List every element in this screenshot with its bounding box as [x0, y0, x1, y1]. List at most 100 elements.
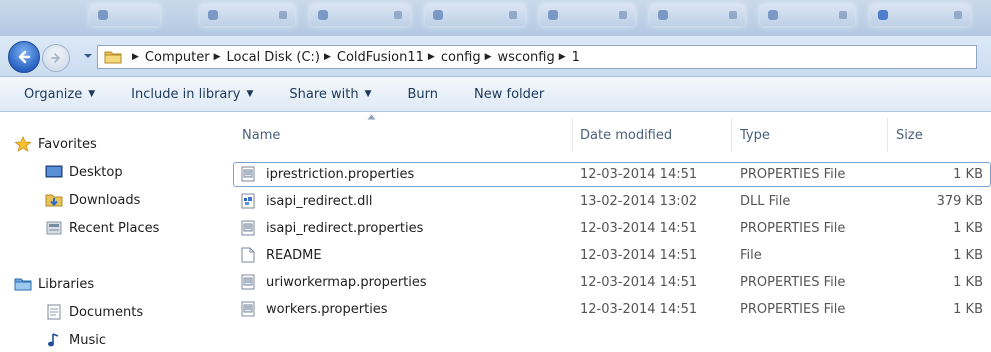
breadcrumb-item-1[interactable]: 1 [572, 50, 580, 65]
back-button[interactable] [8, 41, 40, 73]
libraries-icon [14, 278, 32, 291]
file-date: 12-03-2014 14:51 [580, 248, 698, 263]
properties-file-icon [241, 166, 255, 182]
forward-button[interactable] [42, 44, 70, 72]
file-row[interactable]: isapi_redirect.properties 12-03-2014 14:… [233, 216, 991, 241]
nav-item-desktop-label: Desktop [69, 164, 123, 180]
nav-favorites-label: Favorites [38, 136, 97, 152]
breadcrumb-item-coldfusion11[interactable]: ColdFusion11 [337, 50, 424, 65]
file-type: DLL File [740, 194, 791, 209]
nav-item-music[interactable]: Music [45, 332, 106, 348]
nav-item-downloads[interactable]: Downloads [45, 192, 140, 208]
properties-file-icon [241, 274, 255, 290]
column-header-date-modified[interactable]: Date modified [580, 118, 730, 152]
file-row[interactable]: workers.properties 12-03-2014 14:51 PROP… [233, 297, 991, 322]
file-size: 1 KB [953, 275, 983, 290]
file-type: File [740, 248, 762, 263]
file-date: 13-02-2014 13:02 [580, 194, 698, 209]
file-size: 1 KB [953, 302, 983, 317]
breadcrumb-item-wsconfig[interactable]: wsconfig [498, 50, 555, 65]
breadcrumb-separator-icon[interactable]: ▶ [132, 52, 139, 62]
file-name: README [266, 248, 322, 263]
nav-item-desktop[interactable]: Desktop [45, 164, 123, 180]
documents-icon [47, 304, 61, 320]
back-arrow-icon [18, 50, 31, 64]
nav-libraries-label: Libraries [38, 276, 95, 292]
file-type: PROPERTIES File [740, 167, 846, 182]
file-row[interactable]: README 12-03-2014 14:51 File 1 KB [233, 243, 991, 268]
include-in-library-button[interactable]: Include in library ▼ [121, 77, 279, 111]
include-in-library-label: Include in library [131, 86, 241, 102]
nav-item-recent-places-label: Recent Places [69, 220, 160, 236]
nav-item-music-label: Music [69, 332, 106, 348]
file-date: 12-03-2014 14:51 [580, 221, 698, 236]
navigation-bar: ▶ Computer ▶ Local Disk (C:) ▶ ColdFusio… [0, 36, 991, 77]
blurred-tab [200, 4, 295, 26]
nav-item-documents[interactable]: Documents [45, 304, 143, 320]
file-row[interactable]: iprestriction.properties 12-03-2014 14:5… [233, 162, 991, 187]
file-date: 12-03-2014 14:51 [580, 302, 698, 317]
command-bar: Organize ▼ Include in library ▼ Share with… [0, 77, 991, 112]
recent-pages-dropdown-icon[interactable] [83, 52, 93, 60]
chevron-down-icon: ▼ [88, 89, 96, 99]
breadcrumb-separator-icon[interactable]: ▶ [324, 52, 331, 62]
nav-favorites[interactable]: Favorites [14, 136, 97, 152]
downloads-folder-icon [45, 194, 63, 207]
burn-label: Burn [407, 86, 439, 102]
share-with-button[interactable]: Share with ▼ [279, 77, 397, 111]
nav-item-downloads-label: Downloads [69, 192, 141, 208]
file-name: iprestriction.properties [266, 167, 415, 182]
navigation-pane: Favorites Desktop Downloads Recent Place… [0, 112, 222, 352]
column-divider[interactable] [731, 118, 732, 152]
file-row[interactable]: isapi_redirect.dll 13-02-2014 13:02 DLL … [233, 189, 991, 214]
column-header-name-label: Name [242, 127, 281, 143]
dll-file-icon [241, 193, 255, 209]
new-folder-button[interactable]: New folder [464, 77, 554, 111]
nav-libraries[interactable]: Libraries [14, 276, 94, 292]
blurred-tab [870, 4, 970, 26]
desktop-icon [45, 165, 63, 178]
new-folder-label: New folder [474, 86, 545, 102]
file-date: 12-03-2014 14:51 [580, 275, 698, 290]
recent-places-icon [46, 221, 62, 235]
music-icon [48, 333, 59, 347]
file-name: uriworkermap.properties [266, 275, 427, 290]
file-row[interactable]: uriworkermap.properties 12-03-2014 14:51… [233, 270, 991, 295]
breadcrumb-item-local-disk[interactable]: Local Disk (C:) [226, 50, 319, 65]
column-header-size-label: Size [896, 127, 923, 143]
file-type: PROPERTIES File [740, 221, 846, 236]
file-size: 1 KB [953, 221, 983, 236]
forward-arrow-icon [51, 53, 61, 63]
breadcrumb-separator-icon[interactable]: ▶ [559, 52, 566, 62]
blurred-tab [540, 4, 635, 26]
nav-item-recent-places[interactable]: Recent Places [45, 220, 159, 236]
column-divider[interactable] [887, 118, 888, 152]
blank-file-icon [241, 247, 255, 263]
folder-icon [104, 51, 122, 64]
file-name: isapi_redirect.properties [266, 221, 424, 236]
burn-button[interactable]: Burn [398, 77, 465, 111]
nav-item-documents-label: Documents [69, 304, 144, 320]
column-divider[interactable] [572, 118, 573, 152]
breadcrumb-separator-icon[interactable]: ▶ [214, 52, 221, 62]
address-bar[interactable]: ▶ Computer ▶ Local Disk (C:) ▶ ColdFusio… [97, 45, 977, 69]
breadcrumb-separator-icon[interactable]: ▶ [428, 52, 435, 62]
breadcrumb-item-config[interactable]: config [441, 50, 481, 65]
breadcrumb-item-computer[interactable]: Computer [145, 50, 210, 65]
blurred-tab [760, 4, 855, 26]
file-size: 1 KB [953, 167, 983, 182]
column-header-size[interactable]: Size [896, 118, 986, 152]
star-icon [14, 136, 32, 152]
file-name: isapi_redirect.dll [266, 194, 373, 209]
column-header-type[interactable]: Type [740, 118, 880, 152]
breadcrumb-separator-icon[interactable]: ▶ [485, 52, 492, 62]
organize-label: Organize [24, 86, 83, 102]
column-header-name[interactable]: Name [242, 118, 572, 152]
file-type: PROPERTIES File [740, 302, 846, 317]
properties-file-icon [241, 301, 255, 317]
file-size: 1 KB [953, 248, 983, 263]
properties-file-icon [241, 220, 255, 236]
breadcrumb: ▶ Computer ▶ Local Disk (C:) ▶ ColdFusio… [128, 50, 580, 65]
chevron-down-icon: ▼ [246, 89, 254, 99]
organize-button[interactable]: Organize ▼ [0, 77, 121, 111]
